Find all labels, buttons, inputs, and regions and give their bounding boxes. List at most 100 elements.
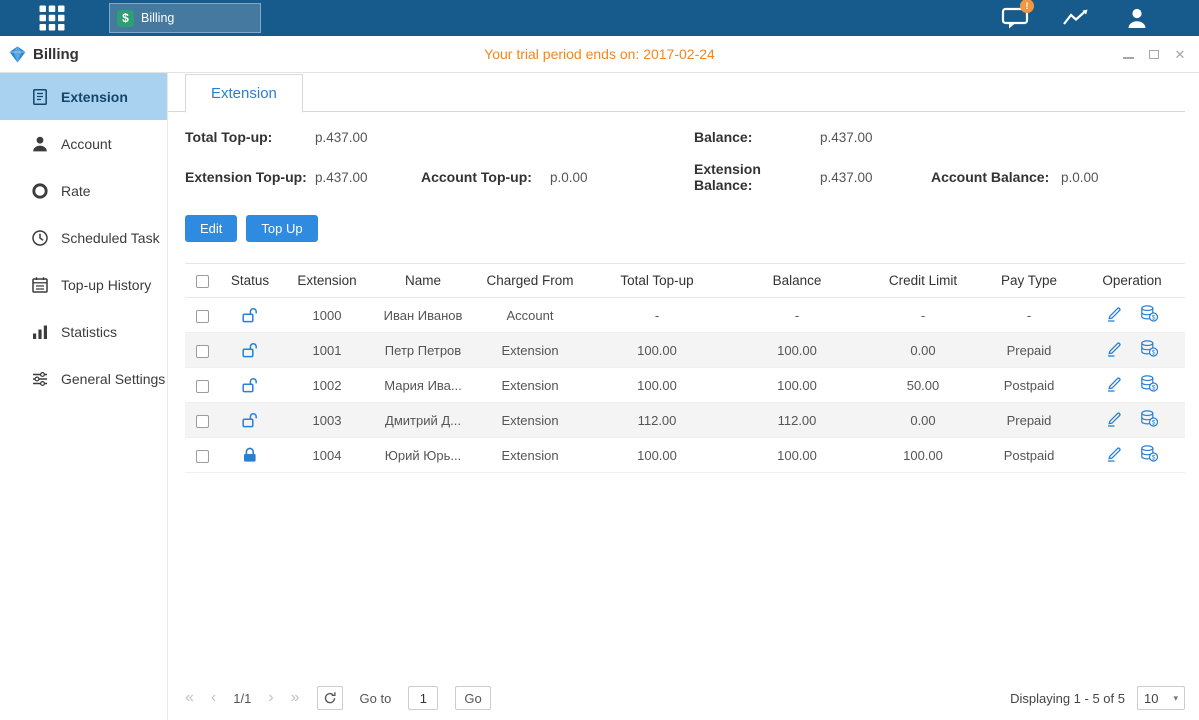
cell-pay-type: Postpaid (979, 368, 1079, 403)
account-topup-value: p.0.00 (550, 170, 694, 185)
row-checkbox[interactable] (196, 345, 209, 358)
displaying-text: Displaying 1 - 5 of 5 (1010, 691, 1125, 706)
cell-name: Дмитрий Д... (373, 403, 473, 438)
goto-label: Go to (360, 691, 392, 706)
table-row[interactable]: 1003 Дмитрий Д... Extension 112.00 112.0… (185, 403, 1185, 438)
chat-icon[interactable]: ! (999, 5, 1031, 31)
calendar-icon (31, 276, 49, 294)
page-size-value: 10 (1144, 691, 1158, 706)
window-titlebar: Billing Your trial period ends on: 2017-… (0, 36, 1199, 73)
edit-icon[interactable] (1106, 306, 1122, 322)
status-unlocked-icon[interactable] (242, 342, 258, 358)
cell-balance: 100.00 (727, 368, 867, 403)
close-button[interactable]: ✕ (1173, 47, 1187, 61)
col-total-topup: Total Top-up (587, 264, 727, 298)
col-extension: Extension (281, 264, 373, 298)
edit-icon[interactable] (1106, 446, 1122, 462)
trial-notice: Your trial period ends on: 2017-02-24 (484, 46, 715, 62)
status-unlocked-icon[interactable] (242, 307, 258, 323)
extension-balance-value: p.437.00 (820, 170, 931, 185)
main-content: Extension Total Top-up: p.437.00 Balance… (168, 73, 1199, 720)
cell-credit-limit: 0.00 (867, 403, 979, 438)
cell-extension: 1001 (281, 333, 373, 368)
col-charged-from: Charged From (473, 264, 587, 298)
cell-extension: 1000 (281, 298, 373, 333)
edit-icon[interactable] (1106, 411, 1122, 427)
row-checkbox[interactable] (196, 450, 209, 463)
extension-topup-value: p.437.00 (315, 170, 421, 185)
first-page-icon[interactable]: « (185, 690, 194, 706)
refresh-icon[interactable] (317, 686, 343, 710)
cell-balance: 100.00 (727, 438, 867, 473)
page-size-select[interactable]: 10 ▾ (1137, 686, 1185, 710)
cell-credit-limit: 0.00 (867, 333, 979, 368)
next-page-icon[interactable]: › (268, 690, 273, 706)
table-row[interactable]: 1001 Петр Петров Extension 100.00 100.00… (185, 333, 1185, 368)
go-button[interactable]: Go (455, 686, 490, 710)
row-checkbox[interactable] (196, 415, 209, 428)
minimize-button[interactable] (1121, 47, 1135, 61)
table-row[interactable]: 1000 Иван Иванов Account - - - - (185, 298, 1185, 333)
row-checkbox[interactable] (196, 380, 209, 393)
top-up-button[interactable]: Top Up (246, 215, 317, 242)
sidebar-item-account[interactable]: Account (0, 120, 167, 167)
maximize-button[interactable] (1147, 47, 1161, 61)
topup-icon[interactable] (1140, 445, 1158, 462)
clock-icon (31, 229, 49, 247)
app-grid-icon[interactable] (38, 5, 65, 32)
goto-page-input[interactable] (408, 686, 438, 710)
total-topup-label: Total Top-up: (185, 129, 315, 145)
status-unlocked-icon[interactable] (242, 412, 258, 428)
edit-icon[interactable] (1106, 341, 1122, 357)
col-operation: Operation (1079, 264, 1185, 298)
cell-total-topup: - (587, 298, 727, 333)
edit-icon[interactable] (1106, 376, 1122, 392)
col-status: Status (219, 264, 281, 298)
balance-summary: Total Top-up: p.437.00 Balance: p.437.00… (185, 129, 1185, 193)
sidebar-item-topup-history[interactable]: Top-up History (0, 261, 167, 308)
user-icon[interactable] (1121, 5, 1153, 31)
cell-extension: 1003 (281, 403, 373, 438)
sliders-icon (31, 370, 49, 388)
table-row[interactable]: 1004 Юрий Юрь... Extension 100.00 100.00… (185, 438, 1185, 473)
app-window: $ Billing ! (0, 0, 1199, 720)
prev-page-icon[interactable]: ‹ (211, 690, 216, 706)
sidebar-item-statistics[interactable]: Statistics (0, 308, 167, 355)
billing-app-icon (9, 46, 26, 63)
account-icon (31, 135, 49, 153)
sidebar-item-label: Rate (61, 183, 91, 199)
edit-button[interactable]: Edit (185, 215, 237, 242)
sidebar-item-general-settings[interactable]: General Settings (0, 355, 167, 402)
chart-icon[interactable] (1060, 5, 1092, 31)
status-locked-icon[interactable] (242, 447, 258, 463)
row-checkbox[interactable] (196, 310, 209, 323)
last-page-icon[interactable]: » (291, 690, 300, 706)
sidebar-item-label: Account (61, 136, 112, 152)
extension-topup-label: Extension Top-up: (185, 169, 315, 185)
page-indicator: 1/1 (233, 691, 251, 706)
cell-extension: 1004 (281, 438, 373, 473)
cell-name: Иван Иванов (373, 298, 473, 333)
sidebar-item-scheduled-task[interactable]: Scheduled Task (0, 214, 167, 261)
cell-balance: - (727, 298, 867, 333)
taskbar-tab-billing[interactable]: $ Billing (109, 3, 261, 33)
extension-table: Status Extension Name Charged From Total… (185, 263, 1185, 473)
cell-charged-from: Extension (473, 368, 587, 403)
total-topup-value: p.437.00 (315, 130, 421, 145)
table-row[interactable]: 1002 Мария Ива... Extension 100.00 100.0… (185, 368, 1185, 403)
extension-balance-label: Extension Balance: (694, 161, 820, 193)
notification-badge: ! (1020, 0, 1034, 13)
topup-icon[interactable] (1140, 340, 1158, 357)
topup-icon[interactable] (1140, 305, 1158, 322)
select-all-checkbox[interactable] (196, 275, 209, 288)
sidebar-item-extension[interactable]: Extension (0, 73, 167, 120)
topup-icon[interactable] (1140, 375, 1158, 392)
col-credit-limit: Credit Limit (867, 264, 979, 298)
topup-icon[interactable] (1140, 410, 1158, 427)
status-unlocked-icon[interactable] (242, 377, 258, 393)
cell-total-topup: 112.00 (587, 403, 727, 438)
tab-extension[interactable]: Extension (185, 74, 303, 113)
sidebar-item-rate[interactable]: Rate (0, 167, 167, 214)
rate-icon (31, 182, 49, 200)
system-topbar: $ Billing ! (0, 0, 1199, 36)
